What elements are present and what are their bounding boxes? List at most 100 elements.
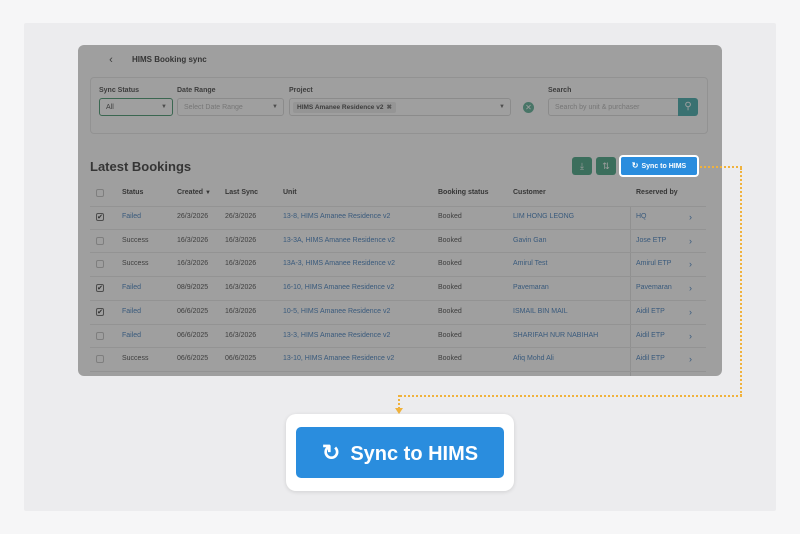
search-icon[interactable]: ⚲ <box>678 98 698 116</box>
cell-booking-status: Booked <box>438 236 462 244</box>
sync-to-hims-button[interactable]: ↻ Sync to HIMS <box>619 155 699 177</box>
row-checkbox-wrap[interactable]: ✔ <box>96 284 104 293</box>
refresh-icon: ↻ <box>631 161 639 170</box>
chevron-right-icon[interactable]: › <box>689 212 692 222</box>
cell-unit[interactable]: 13-3A, HIMS Amanee Residence v2 <box>283 237 395 244</box>
cell-status[interactable]: Success <box>122 260 148 267</box>
row-checkbox[interactable] <box>96 260 104 269</box>
cell-reserved-by[interactable]: Aidil ETP <box>636 332 665 339</box>
cell-customer[interactable]: Pavemaran <box>513 284 549 291</box>
clear-filter-icon[interactable]: ✕ <box>523 102 534 113</box>
cell-status[interactable]: Failed <box>122 308 141 315</box>
row-checkbox-wrap[interactable]: ✔ <box>96 307 104 316</box>
cell-created: 06/6/2025 <box>177 307 209 315</box>
cell-last-sync: 06/6/2025 <box>225 355 257 363</box>
cell-reserved-by[interactable]: HQ <box>636 213 647 220</box>
row-checkbox[interactable]: ✔ <box>96 284 104 293</box>
row-checkbox-wrap[interactable] <box>96 355 104 364</box>
col-last-sync[interactable]: Last Sync <box>225 189 258 196</box>
row-divider <box>90 299 706 301</box>
cell-booking-status: Booked <box>438 213 462 220</box>
col-status[interactable]: Status <box>122 189 143 196</box>
cell-last-sync: 16/3/2026 <box>225 236 257 244</box>
cell-status[interactable]: Failed <box>122 332 141 339</box>
chevron-right-icon[interactable]: › <box>689 259 692 269</box>
connector-line <box>398 395 400 409</box>
row-checkbox[interactable] <box>96 355 104 364</box>
cell-customer[interactable]: ISMAIL BIN MAIL <box>513 308 568 315</box>
sort-icon[interactable]: ⇅ <box>596 157 616 175</box>
cell-status[interactable]: Success <box>122 355 148 362</box>
col-customer[interactable]: Customer <box>513 189 546 196</box>
cell-booking-status: Booked <box>438 307 462 315</box>
caret-down-icon: ▼ <box>272 104 278 110</box>
cell-status[interactable]: Failed <box>122 284 141 291</box>
cell-unit[interactable]: 10-5, HIMS Amanee Residence v2 <box>283 308 390 315</box>
chevron-right-icon[interactable]: › <box>689 354 692 364</box>
checkbox[interactable] <box>96 189 104 197</box>
sync-status-select[interactable]: All ▼ <box>99 98 173 116</box>
chevron-right-icon[interactable]: › <box>689 236 692 246</box>
cell-booking-status: Booked <box>438 284 462 292</box>
cell-reserved-by[interactable]: Aidil ETP <box>636 355 665 362</box>
cell-unit[interactable]: 13-8, HIMS Amanee Residence v2 <box>283 213 390 220</box>
project-select[interactable]: HIMS Amanee Residence v2 ✖ ▼ <box>289 98 511 116</box>
cell-created: 08/9/2025 <box>177 284 209 292</box>
connector-line <box>400 395 742 397</box>
col-created-label: Created <box>177 189 204 196</box>
cell-unit[interactable]: 13A-3, HIMS Amanee Residence v2 <box>283 260 395 267</box>
cell-last-sync: 16/3/2026 <box>225 331 257 339</box>
col-unit[interactable]: Unit <box>283 189 297 196</box>
header-divider <box>90 206 706 207</box>
chevron-right-icon[interactable]: › <box>689 331 692 341</box>
cell-reserved-by[interactable]: Pavemaran <box>636 284 672 291</box>
cell-status[interactable]: Failed <box>122 213 141 220</box>
col-reserved-by[interactable]: Reserved by <box>636 189 678 196</box>
top-bar: ‹ HIMS Booking sync <box>78 45 722 77</box>
row-divider <box>90 323 706 325</box>
cell-reserved-by[interactable]: Jose ETP <box>636 237 666 244</box>
chevron-right-icon[interactable]: › <box>689 307 692 317</box>
col-created[interactable]: Created ▼ <box>177 189 211 196</box>
cell-customer[interactable]: Gavin Gan <box>513 237 546 244</box>
cell-unit[interactable]: 13-3, HIMS Amanee Residence v2 <box>283 332 390 339</box>
col-booking-status[interactable]: Booking status <box>438 189 489 196</box>
cell-created: 16/3/2026 <box>177 260 209 268</box>
cell-customer[interactable]: SHARIFAH NUR NABIHAH <box>513 332 598 339</box>
sync-to-hims-button-zoomed[interactable]: ↻ Sync to HIMS <box>296 427 504 478</box>
chevron-left-icon[interactable]: ‹ <box>104 53 118 67</box>
cell-status[interactable]: Success <box>122 237 148 244</box>
cell-created: 06/6/2025 <box>177 331 209 339</box>
row-checkbox-wrap[interactable] <box>96 236 104 245</box>
column-divider <box>630 207 631 376</box>
cell-reserved-by[interactable]: Aidil ETP <box>636 308 665 315</box>
cell-booking-status: Booked <box>438 260 462 268</box>
project-chip[interactable]: HIMS Amanee Residence v2 ✖ <box>293 102 396 113</box>
cell-customer[interactable]: Amirul Test <box>513 260 548 267</box>
row-checkbox[interactable]: ✔ <box>96 307 104 316</box>
row-checkbox-wrap[interactable] <box>96 331 104 340</box>
cell-reserved-by[interactable]: Amirul ETP <box>636 260 671 267</box>
cell-customer[interactable]: LIM HONG LEONG <box>513 213 574 220</box>
chevron-right-icon[interactable]: › <box>689 283 692 293</box>
close-icon[interactable]: ✖ <box>386 104 391 111</box>
page-title: HIMS Booking sync <box>132 55 207 64</box>
row-checkbox[interactable] <box>96 331 104 340</box>
row-divider <box>90 347 706 349</box>
row-checkbox-wrap[interactable]: ✔ <box>96 213 104 221</box>
row-divider <box>90 252 706 254</box>
date-range-select[interactable]: Select Date Range ▼ <box>177 98 284 116</box>
row-checkbox-wrap[interactable] <box>96 260 104 269</box>
cell-last-sync: 16/3/2026 <box>225 284 257 292</box>
row-checkbox[interactable] <box>96 236 104 245</box>
zoom-callout: ↻ Sync to HIMS <box>286 414 514 491</box>
connector-line <box>700 166 742 168</box>
download-icon[interactable]: ⤓ <box>572 157 592 175</box>
cell-booking-status: Booked <box>438 331 462 339</box>
select-all-checkbox[interactable] <box>96 189 104 197</box>
cell-unit[interactable]: 16-10, HIMS Amanee Residence v2 <box>283 284 394 291</box>
search-input[interactable]: Search by unit & purchaser <box>548 98 679 116</box>
cell-unit[interactable]: 13-10, HIMS Amanee Residence v2 <box>283 355 394 362</box>
row-checkbox[interactable]: ✔ <box>96 213 104 221</box>
cell-customer[interactable]: Afiq Mohd Ali <box>513 355 554 362</box>
